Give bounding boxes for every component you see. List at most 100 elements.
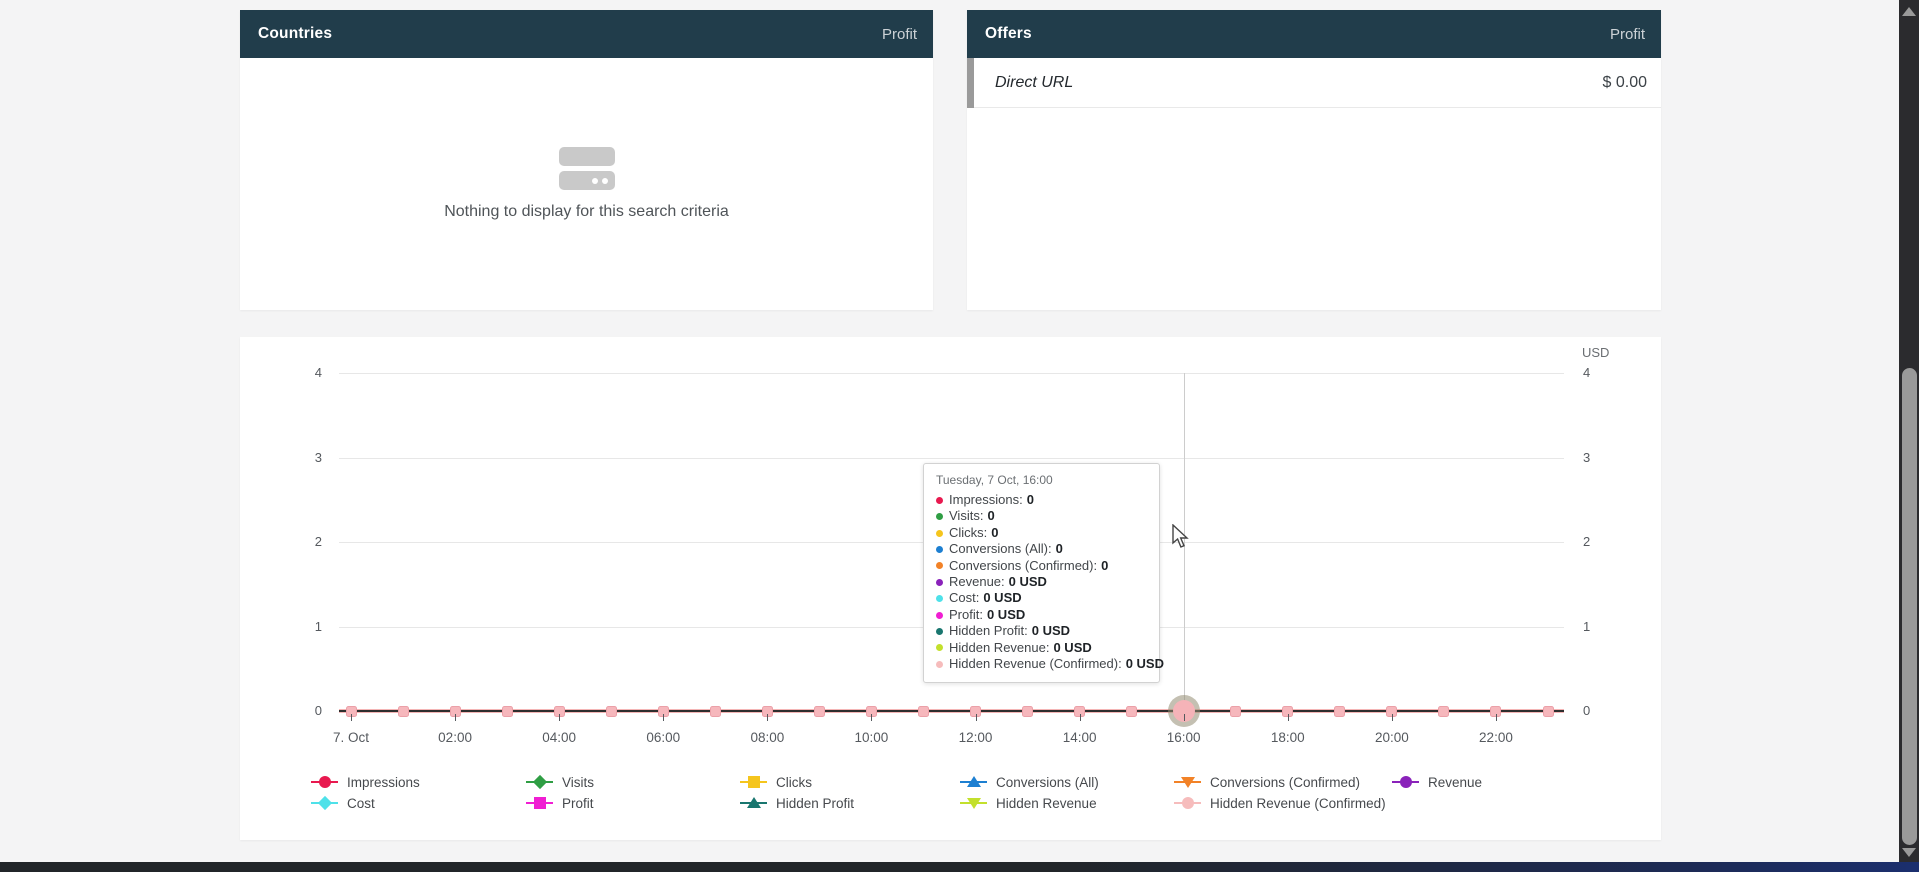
legend-item-impressions[interactable]: Impressions	[311, 773, 420, 791]
countries-empty-state: Nothing to display for this search crite…	[240, 58, 933, 310]
offer-profit-value: $ 0.00	[1603, 74, 1661, 92]
traffic-chart-panel: 0011223344USD7. Oct02:0004:0006:0008:001…	[240, 337, 1661, 840]
x-axis-label: 04:00	[527, 730, 591, 745]
legend-item-visits[interactable]: Visits	[526, 773, 594, 791]
legend-label: Cost	[347, 796, 375, 811]
tooltip-series-dot-icon	[936, 530, 943, 537]
y-axis-label-left: 4	[288, 365, 322, 380]
data-point-marker[interactable]	[814, 706, 825, 717]
legend-item-hidden-revenue-confirmed[interactable]: Hidden Revenue (Confirmed)	[1174, 794, 1386, 812]
tooltip-metric-row: Hidden Revenue:0 USD	[936, 640, 1147, 656]
y-axis-label-right: 2	[1583, 534, 1617, 549]
y-axis-label-left: 0	[288, 703, 322, 718]
scrollbar-down-arrow-icon[interactable]	[1902, 848, 1916, 857]
x-axis-line	[339, 710, 1564, 712]
x-axis-label: 12:00	[944, 730, 1008, 745]
x-axis-tick	[663, 714, 664, 721]
x-axis-label: 20:00	[1360, 730, 1424, 745]
legend-label: Hidden Profit	[776, 796, 854, 811]
x-axis-tick	[1392, 714, 1393, 721]
empty-data-icon	[559, 147, 615, 191]
x-axis-label: 14:00	[1048, 730, 1112, 745]
offers-panel-title: Offers	[985, 25, 1032, 43]
countries-panel: Countries Profit Nothing to display for …	[240, 10, 933, 310]
legend-item-hidden-profit[interactable]: Hidden Profit	[740, 794, 854, 812]
x-axis-tick	[455, 714, 456, 721]
square-marker-icon	[740, 775, 767, 789]
x-axis-label: 18:00	[1256, 730, 1320, 745]
legend-label: Revenue	[1428, 775, 1482, 790]
legend-item-revenue[interactable]: Revenue	[1392, 773, 1482, 791]
mouse-cursor-icon	[1171, 524, 1193, 550]
data-point-marker[interactable]	[1126, 706, 1137, 717]
offers-panel: Offers Profit Direct URL $ 0.00	[967, 10, 1661, 310]
data-point-marker[interactable]	[918, 706, 929, 717]
legend-item-conversions-all[interactable]: Conversions (All)	[960, 773, 1099, 791]
legend-label: Visits	[562, 775, 594, 790]
legend-item-profit[interactable]: Profit	[526, 794, 594, 812]
browser-scrollbar-thumb[interactable]	[1902, 368, 1917, 845]
triangle-down-marker-icon	[1174, 775, 1201, 789]
offer-name[interactable]: Direct URL	[967, 74, 1073, 92]
data-point-marker[interactable]	[1543, 706, 1554, 717]
offers-panel-header: Offers Profit	[967, 10, 1661, 58]
circle-marker-icon	[1174, 796, 1201, 810]
data-point-marker[interactable]	[502, 706, 513, 717]
offers-metric-header[interactable]: Profit	[1610, 26, 1645, 43]
y-gridline	[339, 373, 1564, 374]
offers-table-row[interactable]: Direct URL $ 0.00	[967, 58, 1661, 108]
legend-item-hidden-revenue[interactable]: Hidden Revenue	[960, 794, 1097, 812]
legend-item-conversions-confirmed[interactable]: Conversions (Confirmed)	[1174, 773, 1360, 791]
tooltip-metric-row: Hidden Profit:0 USD	[936, 623, 1147, 639]
x-axis-tick	[1288, 714, 1289, 721]
legend-label: Impressions	[347, 775, 420, 790]
x-axis-tick	[1080, 714, 1081, 721]
tooltip-series-dot-icon	[936, 562, 943, 569]
data-point-marker[interactable]	[1334, 706, 1345, 717]
square-marker-icon	[526, 796, 553, 810]
countries-metric-header[interactable]: Profit	[882, 26, 917, 43]
legend-label: Profit	[562, 796, 594, 811]
y-axis-label-left: 1	[288, 619, 322, 634]
bottom-edge-bar	[0, 862, 1919, 872]
x-axis-tick	[871, 714, 872, 721]
countries-panel-title: Countries	[258, 25, 332, 43]
x-axis-tick	[351, 714, 352, 721]
offers-row-scrollbar[interactable]	[967, 58, 974, 108]
y-axis-label-right: 4	[1583, 365, 1617, 380]
tooltip-metric-row: Profit:0 USD	[936, 607, 1147, 623]
data-point-marker[interactable]	[1230, 706, 1241, 717]
tooltip-series-dot-icon	[936, 644, 943, 651]
data-point-marker[interactable]	[1022, 706, 1033, 717]
chart-tooltip: Tuesday, 7 Oct, 16:00 Impressions:0Visit…	[923, 463, 1160, 683]
x-axis-tick	[559, 714, 560, 721]
circle-marker-icon	[1392, 775, 1419, 789]
legend-item-cost[interactable]: Cost	[311, 794, 375, 812]
tooltip-series-dot-icon	[936, 546, 943, 553]
circle-marker-icon	[311, 775, 338, 789]
legend-label: Conversions (All)	[996, 775, 1099, 790]
tooltip-series-dot-icon	[936, 628, 943, 635]
x-axis-label: 06:00	[631, 730, 695, 745]
data-point-marker[interactable]	[1438, 706, 1449, 717]
x-axis-tick	[1496, 714, 1497, 721]
data-point-marker[interactable]	[606, 706, 617, 717]
x-axis-label: 16:00	[1152, 730, 1216, 745]
scrollbar-up-arrow-icon[interactable]	[1902, 7, 1916, 16]
triangle-up-marker-icon	[740, 796, 767, 810]
x-axis-label: 7. Oct	[319, 730, 383, 745]
y-axis-unit-label: USD	[1582, 345, 1609, 360]
browser-scrollbar-track[interactable]	[1899, 0, 1919, 862]
data-point-marker[interactable]	[710, 706, 721, 717]
tooltip-metric-row: Visits:0	[936, 508, 1147, 524]
legend-item-clicks[interactable]: Clicks	[740, 773, 812, 791]
y-axis-label-right: 0	[1583, 703, 1617, 718]
tooltip-metric-row: Conversions (All):0	[936, 541, 1147, 557]
y-axis-label-right: 3	[1583, 450, 1617, 465]
data-point-marker[interactable]	[398, 706, 409, 717]
legend-label: Clicks	[776, 775, 812, 790]
triangle-up-marker-icon	[960, 775, 987, 789]
x-axis-label: 10:00	[839, 730, 903, 745]
x-axis-tick	[767, 714, 768, 721]
x-axis-label: 02:00	[423, 730, 487, 745]
